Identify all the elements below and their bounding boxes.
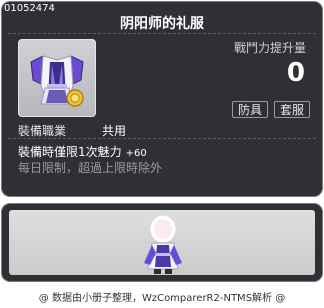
combat-power-label: 戰鬥力提升量 [233, 41, 306, 55]
item-tooltip: 01052474 阴阳师的礼服 戰鬥力提升量 0 防具 套服 裝備職業 共用 裝… [1, 1, 323, 197]
item-icon-frame [18, 39, 96, 117]
attributes-divider [8, 138, 316, 139]
character-avatar-icon [144, 214, 182, 274]
job-label: 裝備職業 [18, 124, 67, 138]
limit-note: 每日限制，超過上限時除外 [18, 161, 163, 175]
charm-bonus-text: 裝備時僅限1次魅力 [18, 145, 122, 159]
item-title: 阴阳师的礼服 [120, 16, 204, 32]
tag-outfit: 套服 [274, 101, 311, 118]
job-value: 共用 [102, 124, 127, 138]
robe-icon [30, 55, 84, 107]
combat-power-value: 0 [286, 58, 305, 88]
character-preview-panel [1, 203, 323, 282]
tag-armor: 防具 [232, 101, 269, 118]
charm-bonus-value: +60 [125, 148, 147, 159]
charm-bonus: 裝備時僅限1次魅力 +60 [18, 143, 147, 160]
footer-credit: @ 数据由小册子整理，WzComparerR2-NTMS解析 @ [38, 293, 286, 304]
title-divider [8, 33, 316, 34]
